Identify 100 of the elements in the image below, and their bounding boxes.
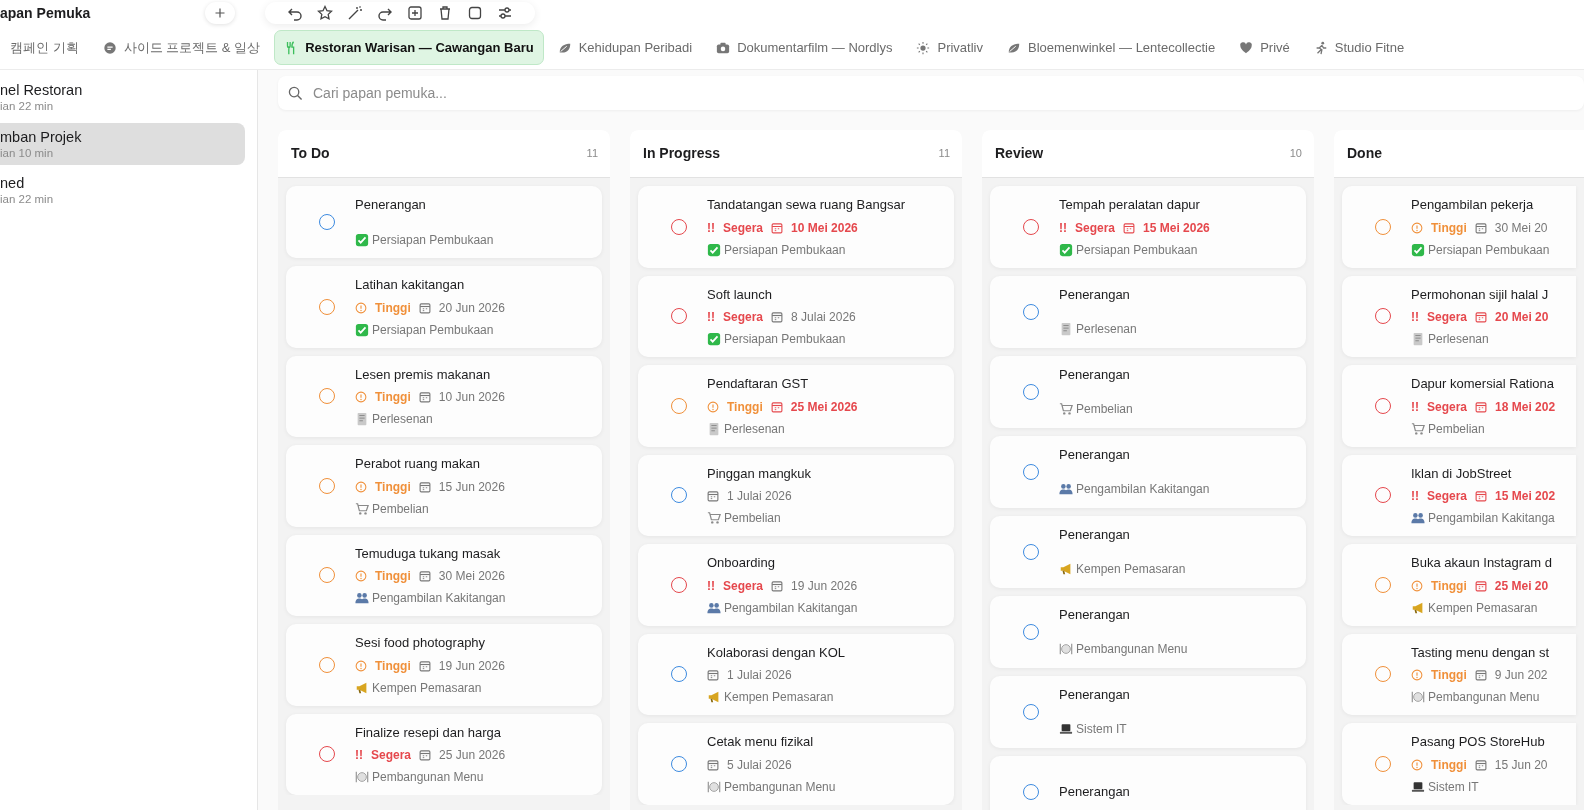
sliders-icon[interactable] — [497, 5, 513, 21]
task-title: Penerangan — [1059, 685, 1130, 704]
task-count: 10 — [1289, 146, 1302, 162]
task-card[interactable]: Kolaborasi dengan KOL 1 Julai 2026 Kempen Pemasaran — [638, 633, 954, 715]
alert-circle-icon — [1411, 669, 1423, 681]
task-card[interactable]: Penerangan Pembangunan Menu — [990, 595, 1306, 668]
task-card[interactable]: Tandatangan sewa ruang Bangsar !! Segera 10 Mei 2026 Persiapan Pembukaan — [638, 186, 954, 268]
board-tab[interactable]: 캠페인 기획 — [0, 29, 89, 66]
task-card[interactable]: Penerangan Kempen Pemasaran — [990, 515, 1306, 588]
search-input[interactable]: Cari papan pemuka... — [311, 81, 1574, 105]
task-card[interactable]: Penerangan Pengambilan Kakitangan — [990, 435, 1306, 508]
priority-label: Tinggi — [1431, 219, 1467, 237]
task-card[interactable]: Pinggan mangkuk 1 Julai 2026 Pembelian — [638, 454, 954, 536]
task-card[interactable]: Pasang POS StoreHub Tinggi 15 Jun 20 Sistem IT — [1342, 723, 1576, 805]
item-title: ned — [0, 174, 26, 193]
task-card[interactable]: Penerangan Pembelian — [990, 355, 1306, 428]
task-card[interactable]: Buka akaun Instagram d Tinggi 25 Mei 20 Kempen Pemasaran — [1342, 544, 1576, 626]
board-tab[interactable]: 사이드 프로젝트 & 일상 — [92, 29, 271, 66]
search-field[interactable]: Cari papan pemuka... — [278, 76, 1584, 110]
due-date: 5 Julai 2026 — [727, 756, 792, 774]
due-date: 8 Julai 2026 — [791, 309, 856, 326]
category-label: Pengambilan Kakitanga — [1428, 510, 1555, 527]
column-title: Done — [1347, 144, 1382, 163]
people-icon — [1059, 482, 1073, 497]
due-date: 15 Mei 2026 — [1143, 219, 1210, 237]
category-label: Persiapan Pembukaan — [372, 321, 494, 339]
task-card[interactable]: Dapur komersial Rationa !! Segera 18 Mei 202 Pembelian — [1342, 365, 1576, 447]
item-time: ian 22 min — [0, 99, 55, 114]
task-card[interactable]: Perabot ruang makan Tinggi 15 Jun 2026 Pembelian — [286, 445, 602, 527]
check-box-icon — [1411, 242, 1425, 257]
task-card[interactable]: Tempah peralatan dapur !! Segera 15 Mei 2026 Persiapan Pembukaan — [990, 186, 1306, 268]
category-label: Perlesenan — [724, 420, 785, 438]
due-date: 20 Mei 20 — [1495, 309, 1549, 326]
plate-icon — [1411, 690, 1425, 704]
task-card[interactable]: Permohonan sijil halal J !! Segera 20 Mei 20 Perlesenan — [1342, 275, 1576, 357]
task-card[interactable]: Cetak menu fizikal 5 Julai 2026 Pembangunan Menu — [638, 723, 954, 805]
category-label: Perlesenan — [1428, 331, 1489, 348]
task-card[interactable]: Lesen premis makanan Tinggi 10 Jun 2026 Perlesenan — [286, 355, 602, 437]
category-label: Kempen Pemasaran — [724, 689, 834, 706]
board-tab[interactable]: Restoran Warisan — Cawangan Baru — [274, 29, 544, 66]
task-title: Sesi food photography — [355, 634, 487, 652]
task-card[interactable]: Penerangan Perlesenan — [990, 275, 1306, 348]
cart-icon — [707, 511, 721, 525]
add-icon[interactable] — [407, 5, 423, 21]
wand-icon[interactable] — [347, 5, 363, 21]
sun-icon — [916, 40, 931, 55]
board-tab[interactable]: Dokumentarfilm — Nordlys — [706, 29, 903, 66]
task-card[interactable]: Sesi food photography Tinggi 19 Jun 2026 Kempen Pemasaran — [286, 624, 602, 706]
laptop-icon — [1059, 722, 1073, 737]
task-card[interactable]: Temuduga tukang masak Tinggi 30 Mei 2026 Pengambilan Kakitangan — [286, 534, 602, 616]
task-card[interactable]: Iklan di JobStreet !! Segera 15 Mei 202 Pengambilan Kakitanga — [1342, 454, 1576, 536]
priority-mark: !! — [355, 747, 363, 764]
task-title: Perabot ruang makan — [355, 455, 482, 473]
category-label: Pembelian — [372, 500, 429, 518]
task-card[interactable]: Penerangan — [990, 755, 1306, 810]
category-label: Pembelian — [1076, 401, 1133, 419]
task-card[interactable]: Onboarding !! Segera 19 Jun 2026 Pengambilan Kakitangan — [638, 544, 954, 626]
category-label: Persiapan Pembukaan — [1428, 241, 1550, 259]
plate-icon — [707, 779, 721, 794]
due-date: 19 Jun 2026 — [791, 577, 858, 595]
alert-circle-icon — [1411, 579, 1423, 592]
square-icon[interactable] — [467, 5, 483, 21]
document-icon — [1059, 322, 1073, 337]
task-title: Penerangan — [1059, 445, 1131, 464]
board-tab[interactable]: Bloemenwinkel — Lentecollectie — [997, 29, 1226, 66]
task-title: Kolaborasi dengan KOL — [707, 643, 846, 662]
task-card[interactable]: Latihan kakitangan Tinggi 20 Jun 2026 Persiapan Pembukaan — [286, 266, 602, 348]
star-icon[interactable] — [317, 5, 333, 21]
add-button[interactable] — [205, 2, 235, 24]
task-card[interactable]: Penerangan Sistem IT — [990, 675, 1306, 748]
task-card[interactable]: Pendaftaran GST Tinggi 25 Mei 2026 Perlesenan — [638, 365, 954, 447]
task-title: Penerangan — [1059, 605, 1131, 624]
sidebar-item[interactable]: mban Projek ian 10 min — [0, 122, 245, 165]
board-tab[interactable]: Privé — [1229, 29, 1300, 66]
task-card[interactable]: Tasting menu dengan st Tinggi 9 Jun 202 Pembangunan Menu — [1342, 633, 1576, 715]
priority-label: Segera — [371, 747, 412, 764]
task-card[interactable]: Soft launch !! Segera 8 Julai 2026 Persiapan Pembukaan — [638, 275, 954, 357]
due-date: 10 Mei 2026 — [791, 219, 858, 237]
item-title: mban Projek — [0, 127, 83, 146]
task-card[interactable]: Pengambilan pekerja Tinggi 30 Mei 20 Persiapan Pembukaan — [1342, 186, 1576, 268]
task-title: Lesen premis makanan — [355, 365, 492, 384]
priority-label: Tinggi — [375, 657, 411, 675]
trash-icon[interactable] — [437, 5, 453, 21]
priority-label: Segera — [1427, 398, 1468, 416]
item-time: ian 22 min — [0, 192, 55, 207]
sidebar-item[interactable]: ned ian 22 min — [0, 169, 245, 212]
priority-label: Tinggi — [727, 398, 763, 416]
sidebar-item[interactable]: nel Restoran ian 22 min — [0, 76, 245, 119]
board-tab[interactable]: Kehidupan Peribadi — [547, 29, 703, 66]
category-label: Pembangunan Menu — [724, 778, 836, 796]
board-tab[interactable]: Studio Fitne — [1303, 29, 1415, 66]
task-card[interactable]: Finalize resepi dan harga !! Segera 25 Jun 2026 Pembangunan Menu — [286, 713, 602, 795]
check-box-icon — [707, 242, 721, 257]
due-date: 25 Jun 2026 — [439, 747, 506, 764]
search-icon — [288, 85, 303, 101]
board-tab[interactable]: Privatliv — [906, 29, 993, 66]
task-card[interactable]: Penerangan Persiapan Pembukaan — [286, 186, 602, 258]
cart-icon — [355, 501, 369, 516]
task-title: Iklan di JobStreet — [1411, 464, 1513, 483]
priority-mark: !! — [707, 577, 715, 595]
